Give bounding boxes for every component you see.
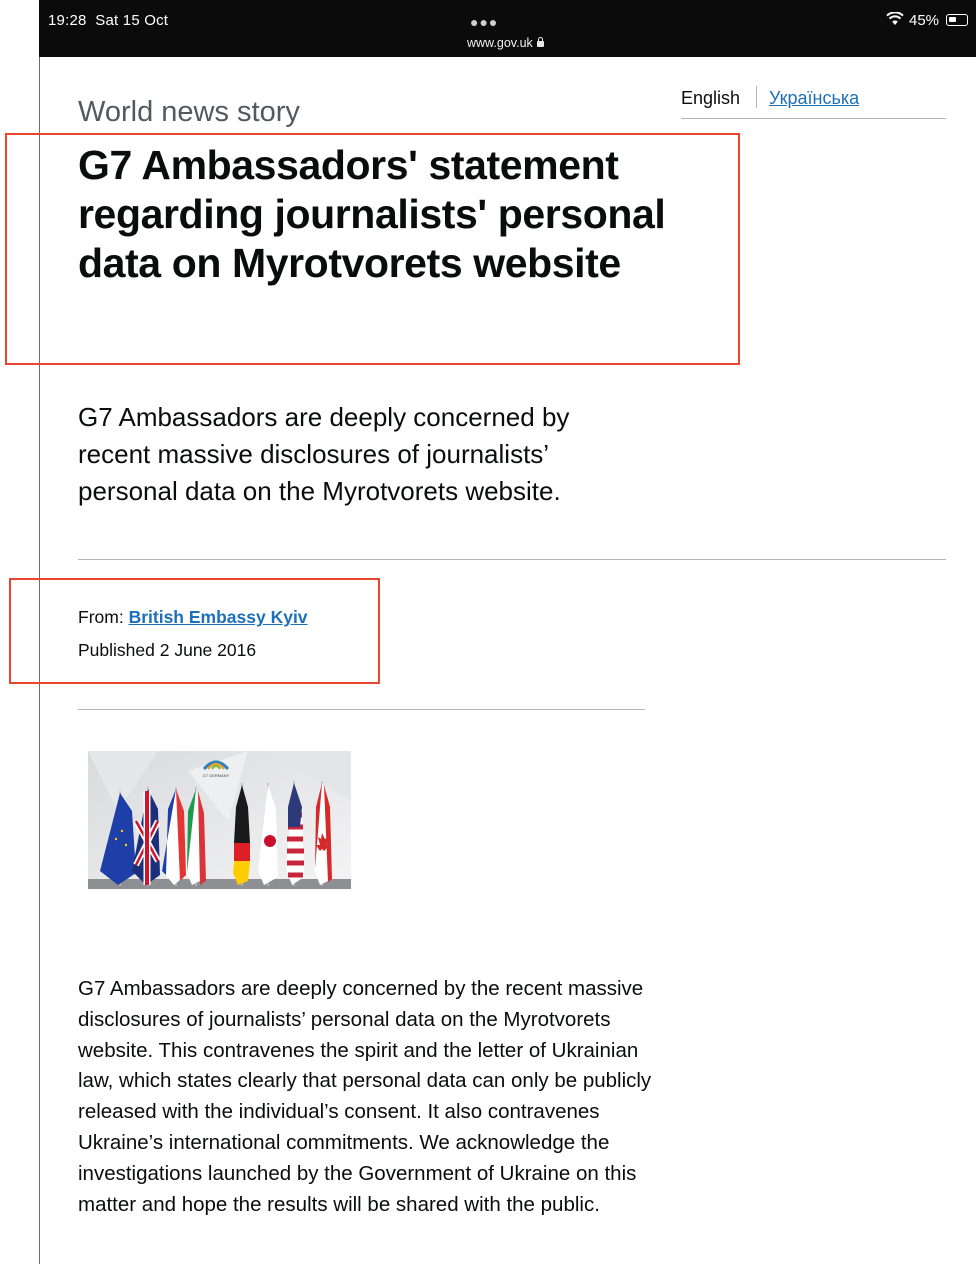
more-dots-icon[interactable]: ●●● xyxy=(470,14,498,30)
g7-flags-image: G7 GERMANY xyxy=(88,751,351,889)
language-switcher: English Українська xyxy=(681,86,946,119)
battery-fill xyxy=(949,17,956,22)
divider xyxy=(78,709,645,710)
lock-icon xyxy=(536,37,544,47)
language-current: English xyxy=(681,88,741,108)
divider xyxy=(78,559,946,560)
highlight-box-metadata xyxy=(9,578,380,684)
highlight-box-title xyxy=(5,133,740,365)
wifi-icon xyxy=(886,12,904,25)
status-time: 19:28 Sat 15 Oct xyxy=(48,12,168,29)
language-divider xyxy=(756,86,757,108)
date: Sat 15 Oct xyxy=(95,12,169,29)
flags-illustration: G7 GERMANY xyxy=(88,751,351,889)
body-paragraph: G7 Ambassadors are deeply concerned by t… xyxy=(78,977,652,1216)
clock: 19:28 xyxy=(48,12,87,29)
svg-text:G7 GERMANY: G7 GERMANY xyxy=(203,773,230,778)
url-text: www.gov.uk xyxy=(467,36,533,50)
address-bar[interactable]: www.gov.uk xyxy=(467,36,544,50)
status-bar: 19:28 Sat 15 Oct ●●● www.gov.uk 45% xyxy=(39,0,976,57)
language-link-ukrainian[interactable]: Українська xyxy=(769,88,859,109)
battery-icon xyxy=(946,14,968,26)
lead-paragraph: G7 Ambassadors are deeply concerned by r… xyxy=(78,402,570,506)
page-caption: World news story xyxy=(78,96,300,128)
battery-percent: 45% xyxy=(909,12,940,29)
